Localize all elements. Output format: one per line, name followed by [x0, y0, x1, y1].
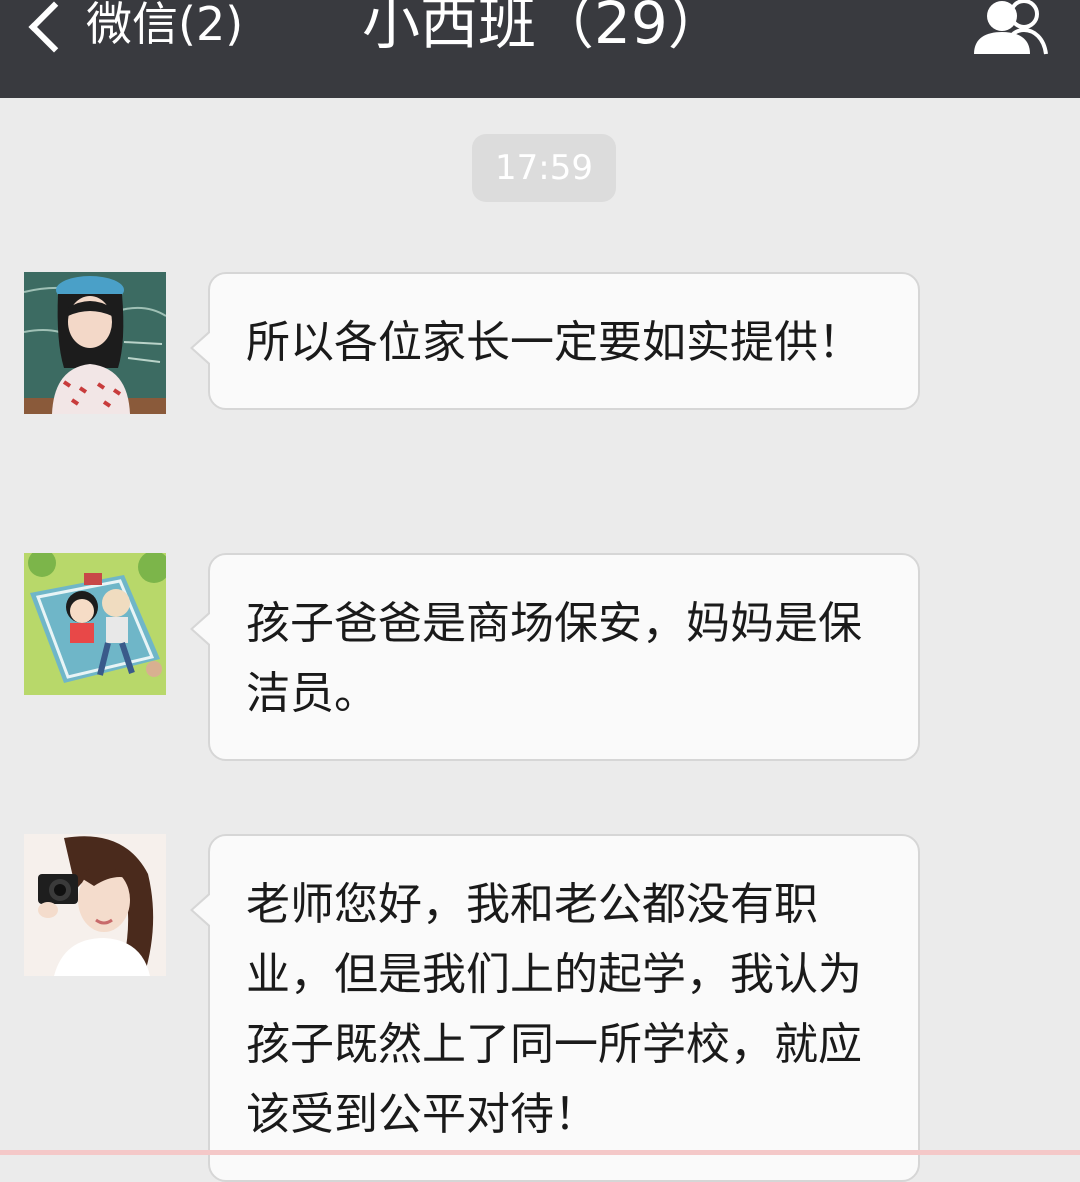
chevron-left-icon: [28, 1, 80, 53]
back-label: 微信(2): [86, 0, 244, 51]
chat-title: 小西班（29）: [362, 0, 726, 57]
message-text: 老师您好，我和老公都没有职业，但是我们上的起学，我认为孩子既然上了同一所学校，就…: [246, 879, 862, 1140]
sender-avatar[interactable]: [24, 553, 166, 695]
person-group-icon: [974, 0, 1048, 55]
sender-avatar[interactable]: [24, 834, 166, 976]
message-bubble[interactable]: 所以各位家长一定要如实提供！: [190, 272, 920, 410]
sender-avatar[interactable]: [24, 272, 166, 414]
avatar-cartoon-picnic-icon: [24, 553, 166, 695]
message-bubble[interactable]: 老师您好，我和老公都没有职业，但是我们上的起学，我认为孩子既然上了同一所学校，就…: [190, 834, 920, 1182]
group-members-button[interactable]: [972, 0, 1054, 56]
avatar-girl-chalkboard-icon: [24, 272, 166, 414]
message-text: 所以各位家长一定要如实提供！: [246, 317, 862, 368]
chat-header: 微信(2) 小西班（29）: [0, 0, 1080, 98]
message-timestamp: 17:59: [472, 134, 616, 202]
back-button[interactable]: 微信(2): [24, 0, 243, 60]
bottom-divider: [0, 1150, 1080, 1155]
avatar-girl-camera-icon: [24, 834, 166, 976]
message-bubble[interactable]: 孩子爸爸是商场保安，妈妈是保洁员。: [190, 553, 920, 761]
message-text: 孩子爸爸是商场保安，妈妈是保洁员。: [246, 598, 862, 719]
